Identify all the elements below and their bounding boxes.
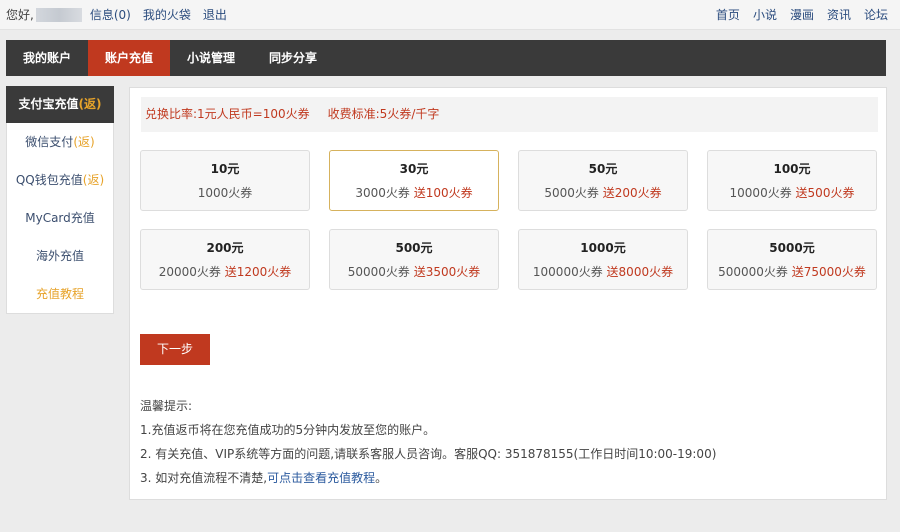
sidebar-item-label: MyCard充值 <box>25 211 95 225</box>
nav-link-news[interactable]: 资讯 <box>827 7 851 23</box>
package-bonus: 送500火券 <box>795 186 855 200</box>
tip-line-1: 1.充值返币将在您充值成功的5分钟内发放至您的账户。 <box>140 423 436 437</box>
logout-link[interactable]: 退出 <box>203 7 227 23</box>
package-coupons: 1000火券 <box>197 186 253 200</box>
tip-line-3: 3. 如对充值流程不清楚,可点击查看充值教程。 <box>140 471 388 485</box>
package-amount: 100元 <box>773 162 811 176</box>
fee-standard-text: 收费标准:5火券/千字 <box>327 107 440 121</box>
rebate-badge: (返) <box>73 135 95 149</box>
recharge-panel: 兑换比率:1元人民币=100火券 收费标准:5火券/千字 10元 1000火券 3… <box>129 87 887 500</box>
package-amount: 1000元 <box>580 241 626 255</box>
tutorial-link[interactable]: 可点击查看充值教程 <box>267 471 375 485</box>
package-card-50[interactable]: 50元 5000火券 送200火券 <box>518 150 688 211</box>
package-amount: 30元 <box>399 162 429 176</box>
tab-account-recharge[interactable]: 账户充值 <box>88 40 171 76</box>
package-bonus: 送1200火券 <box>224 265 292 279</box>
package-bonus: 送100火券 <box>413 186 473 200</box>
sidebar-item-qq-wallet[interactable]: QQ钱包充值(返) <box>7 161 113 199</box>
greeting-text: 您好, <box>6 8 34 22</box>
package-amount: 5000元 <box>769 241 815 255</box>
package-card-5000[interactable]: 5000元 500000火券 送75000火券 <box>707 229 877 290</box>
package-coupons: 5000火券 <box>544 186 599 200</box>
exchange-ratio-text: 兑换比率:1元人民币=100火券 <box>145 107 310 121</box>
nav-link-home[interactable]: 首页 <box>716 7 740 23</box>
package-coupons: 50000火券 <box>347 265 410 279</box>
tips-section: 温馨提示: 1.充值返币将在您充值成功的5分钟内发放至您的账户。 2. 有关充值… <box>140 394 880 490</box>
top-bar-left: 您好, 信息(0) 我的火袋 退出 <box>6 7 239 23</box>
package-bonus: 送8000火券 <box>606 265 674 279</box>
package-amount: 500元 <box>395 241 433 255</box>
sidebar-item-overseas[interactable]: 海外充值 <box>7 237 113 275</box>
sidebar-item-label: 支付宝充值 <box>18 97 79 111</box>
tab-my-account[interactable]: 我的账户 <box>6 40 88 76</box>
sidebar-item-alipay[interactable]: 支付宝充值(返) <box>6 86 114 123</box>
package-amount: 50元 <box>588 162 618 176</box>
sidebar-item-label: 微信支付 <box>25 135 74 149</box>
messages-link[interactable]: 信息(0) <box>90 7 131 23</box>
sidebar-item-label: QQ钱包充值 <box>15 173 83 187</box>
package-bonus: 送200火券 <box>602 186 662 200</box>
nav-link-comic[interactable]: 漫画 <box>790 7 814 23</box>
sidebar-item-label: 充值教程 <box>35 287 84 301</box>
next-step-button[interactable]: 下一步 <box>140 334 210 365</box>
username-masked <box>35 8 82 22</box>
package-coupons: 3000火券 <box>355 186 410 200</box>
top-bar: 您好, 信息(0) 我的火袋 退出 首页 小说 漫画 资讯 论坛 <box>0 0 900 30</box>
package-coupons: 100000火券 <box>532 265 603 279</box>
package-amount: 200元 <box>206 241 244 255</box>
tab-sync-share[interactable]: 同步分享 <box>252 40 334 76</box>
package-coupons: 20000火券 <box>158 265 221 279</box>
package-card-10[interactable]: 10元 1000火券 <box>140 150 310 211</box>
sidebar-item-label: 海外充值 <box>35 249 84 263</box>
package-coupons: 10000火券 <box>729 186 792 200</box>
nav-link-forum[interactable]: 论坛 <box>864 7 888 23</box>
package-card-200[interactable]: 200元 20000火券 送1200火券 <box>140 229 310 290</box>
package-coupons: 500000火券 <box>718 265 788 279</box>
package-bonus: 送3500火券 <box>413 265 481 279</box>
nav-link-novel[interactable]: 小说 <box>753 7 777 23</box>
package-card-30[interactable]: 30元 3000火券 送100火券 <box>329 150 499 211</box>
package-amount: 10元 <box>210 162 240 176</box>
rebate-badge: (返) <box>82 173 105 187</box>
rate-info-bar: 兑换比率:1元人民币=100火券 收费标准:5火券/千字 <box>141 97 878 132</box>
main-nav: 我的账户 账户充值 小说管理 同步分享 <box>6 40 886 76</box>
payment-sidebar: 支付宝充值(返) 微信支付(返) QQ钱包充值(返) MyCard充值 海外充值… <box>6 86 114 314</box>
package-card-1000[interactable]: 1000元 100000火券 送8000火券 <box>518 229 688 290</box>
rebate-badge: (返) <box>78 97 102 111</box>
tip-line-2: 2. 有关充值、VIP系统等方面的问题,请联系客服人员咨询。客服QQ: 3518… <box>140 447 717 461</box>
tips-title: 温馨提示: <box>140 399 193 413</box>
my-bag-link[interactable]: 我的火袋 <box>143 7 191 23</box>
package-card-500[interactable]: 500元 50000火券 送3500火券 <box>329 229 499 290</box>
package-card-100[interactable]: 100元 10000火券 送500火券 <box>707 150 877 211</box>
sidebar-item-mycard[interactable]: MyCard充值 <box>7 199 113 237</box>
sidebar-item-tutorial[interactable]: 充值教程 <box>7 275 113 313</box>
sidebar-item-wechat[interactable]: 微信支付(返) <box>7 123 113 161</box>
tab-novel-management[interactable]: 小说管理 <box>170 40 252 76</box>
top-bar-right: 首页 小说 漫画 资讯 论坛 <box>703 7 888 23</box>
package-bonus: 送75000火券 <box>791 265 866 279</box>
